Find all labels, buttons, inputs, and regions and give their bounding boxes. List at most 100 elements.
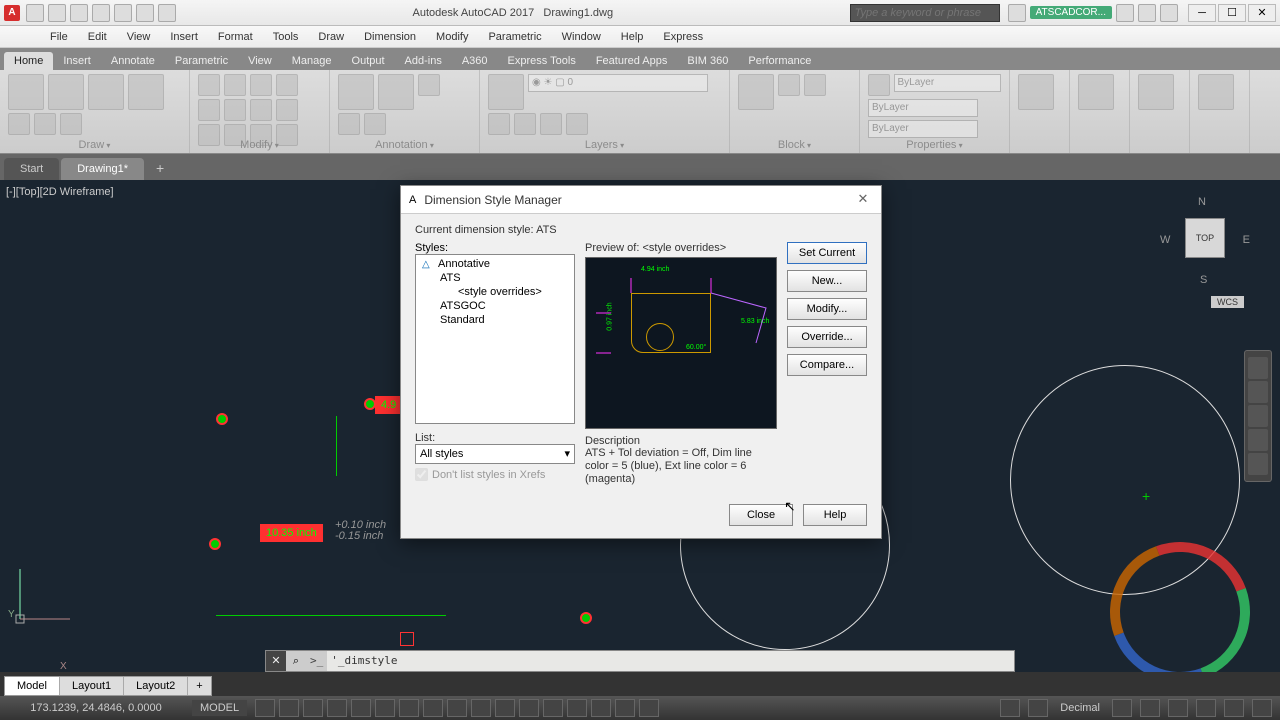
tab-featured[interactable]: Featured Apps xyxy=(586,52,678,70)
style-item-ats[interactable]: ATS xyxy=(418,271,572,285)
style-item-atsgoc[interactable]: ATSGOC xyxy=(418,299,572,313)
dimension-text[interactable]: 4.9 xyxy=(375,396,402,414)
lineweight-icon[interactable] xyxy=(423,699,443,717)
group-icon[interactable] xyxy=(1018,74,1054,110)
filetab-drawing[interactable]: Drawing1* xyxy=(61,158,144,180)
snap-icon[interactable] xyxy=(279,699,299,717)
close-button[interactable]: ✕ xyxy=(1248,4,1276,22)
otrack-icon[interactable] xyxy=(399,699,419,717)
layer-tool[interactable] xyxy=(566,113,588,135)
ucs-icon[interactable] xyxy=(10,559,80,632)
tab-layout2[interactable]: Layout2 xyxy=(124,677,188,695)
annot-autoscale-icon[interactable] xyxy=(615,699,635,717)
orbit-icon[interactable] xyxy=(1248,429,1268,451)
tab-view[interactable]: View xyxy=(238,52,282,70)
menu-modify[interactable]: Modify xyxy=(426,31,478,43)
help-icon[interactable] xyxy=(1160,4,1178,22)
filter-icon[interactable] xyxy=(543,699,563,717)
command-input[interactable]: '_dimstyle xyxy=(327,651,1014,671)
dynucs-icon[interactable] xyxy=(519,699,539,717)
menu-express[interactable]: Express xyxy=(653,31,713,43)
modify-tool[interactable] xyxy=(250,74,272,96)
annot-vis-icon[interactable] xyxy=(591,699,611,717)
workspace-icon[interactable] xyxy=(1000,699,1020,717)
tab-home[interactable]: Home xyxy=(4,52,53,70)
3dosnap-icon[interactable] xyxy=(495,699,515,717)
minimize-button[interactable]: ─ xyxy=(1188,4,1216,22)
layer-tool[interactable] xyxy=(540,113,562,135)
modify-tool[interactable] xyxy=(250,99,272,121)
tab-performance[interactable]: Performance xyxy=(738,52,821,70)
viewcube-n[interactable]: N xyxy=(1198,196,1206,208)
ortho-icon[interactable] xyxy=(303,699,323,717)
tab-a360[interactable]: A360 xyxy=(452,52,498,70)
modify-tool[interactable] xyxy=(224,99,246,121)
panel-layers-title[interactable]: Layers xyxy=(480,139,729,151)
draw-tool[interactable] xyxy=(60,113,82,135)
paste-icon[interactable] xyxy=(1138,74,1174,110)
units-display[interactable]: Decimal xyxy=(1054,702,1106,714)
showmotion-icon[interactable] xyxy=(1248,453,1268,475)
maximize-button[interactable]: ☐ xyxy=(1218,4,1246,22)
gizmo-icon[interactable] xyxy=(567,699,587,717)
stayconnected-icon[interactable] xyxy=(1138,4,1156,22)
layer-tool[interactable] xyxy=(514,113,536,135)
modify-tool[interactable] xyxy=(198,74,220,96)
qat-redo-icon[interactable] xyxy=(158,4,176,22)
viewcube[interactable]: N S E W TOP xyxy=(1160,196,1250,286)
tab-manage[interactable]: Manage xyxy=(282,52,342,70)
ann-tool[interactable] xyxy=(338,113,360,135)
tab-annotate[interactable]: Annotate xyxy=(101,52,165,70)
tab-model[interactable]: Model xyxy=(5,677,60,695)
qat-undo-icon[interactable] xyxy=(136,4,154,22)
menu-format[interactable]: Format xyxy=(208,31,263,43)
qat-new-icon[interactable] xyxy=(26,4,44,22)
text-icon[interactable] xyxy=(338,74,374,110)
block-tool[interactable] xyxy=(804,74,826,96)
modify-button[interactable]: Modify... xyxy=(787,298,867,320)
xrefs-checkbox[interactable]: Don't list styles in Xrefs xyxy=(415,468,575,481)
panel-annotation-title[interactable]: Annotation xyxy=(330,139,479,151)
app-icon[interactable]: A xyxy=(4,5,20,21)
exchange-icon[interactable] xyxy=(1116,4,1134,22)
wheel-icon[interactable] xyxy=(1248,357,1268,379)
qat-open-icon[interactable] xyxy=(48,4,66,22)
modify-tool[interactable] xyxy=(224,74,246,96)
panel-block-title[interactable]: Block xyxy=(730,139,859,151)
isodraft-icon[interactable] xyxy=(351,699,371,717)
osnap-icon[interactable] xyxy=(375,699,395,717)
styles-listbox[interactable]: Annotative ATS <style overrides> ATSGOC … xyxy=(415,254,575,424)
tab-bim360[interactable]: BIM 360 xyxy=(677,52,738,70)
layer-combo[interactable]: ◉ ☀ ▢ 0 xyxy=(528,74,708,92)
panel-modify-title[interactable]: Modify xyxy=(190,139,329,151)
tab-addins[interactable]: Add-ins xyxy=(395,52,452,70)
tab-output[interactable]: Output xyxy=(342,52,395,70)
leader-icon[interactable] xyxy=(418,74,440,96)
user-badge[interactable]: ATSCADCOR... xyxy=(1030,6,1112,19)
cmdline-close-icon[interactable]: ✕ xyxy=(266,651,286,671)
block-tool[interactable] xyxy=(778,74,800,96)
cmdline-search-icon[interactable]: ⌕ xyxy=(286,651,306,671)
wcs-label[interactable]: WCS xyxy=(1211,296,1244,308)
dialog-close-icon[interactable]: ✕ xyxy=(853,190,873,210)
annot-scale-icon[interactable] xyxy=(639,699,659,717)
tab-express[interactable]: Express Tools xyxy=(498,52,586,70)
annot-monitor-icon[interactable] xyxy=(1028,699,1048,717)
layer-tool[interactable] xyxy=(488,113,510,135)
center-mark[interactable]: + xyxy=(1142,488,1150,504)
color-icon[interactable] xyxy=(868,74,890,96)
search-input[interactable] xyxy=(850,4,1000,22)
qat-plot-icon[interactable] xyxy=(114,4,132,22)
modify-tool[interactable] xyxy=(198,99,220,121)
menu-insert[interactable]: Insert xyxy=(160,31,208,43)
grid-icon[interactable] xyxy=(255,699,275,717)
point-marker[interactable] xyxy=(216,413,228,425)
panel-draw-title[interactable]: Draw xyxy=(0,139,189,151)
menu-edit[interactable]: Edit xyxy=(78,31,117,43)
tab-add-layout[interactable]: + xyxy=(188,677,210,695)
style-item-standard[interactable]: Standard xyxy=(418,313,572,327)
polar-icon[interactable] xyxy=(327,699,347,717)
color-combo[interactable]: ByLayer xyxy=(894,74,1001,92)
draw-tool[interactable] xyxy=(8,113,30,135)
menu-dimension[interactable]: Dimension xyxy=(354,31,426,43)
